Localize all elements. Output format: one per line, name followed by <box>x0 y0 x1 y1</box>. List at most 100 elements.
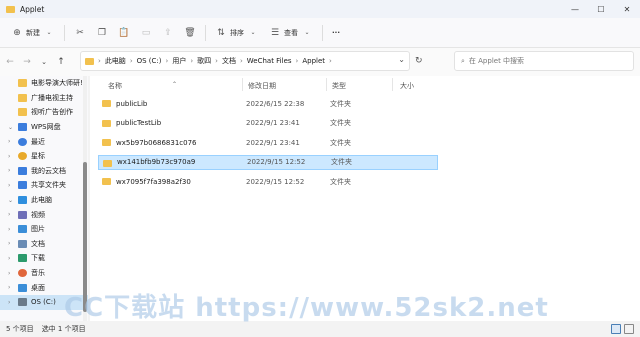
delete-button[interactable]: 🗑 <box>179 23 201 43</box>
file-name: wx5b97b0686831c076 <box>116 138 197 147</box>
large-icons-view-icon[interactable] <box>624 324 634 334</box>
clock-icon <box>18 137 27 146</box>
address-dropdown-icon[interactable]: ⌄ <box>398 55 405 64</box>
chevron-right-icon: › <box>190 57 194 65</box>
file-name: wx7095f7fa398a2f30 <box>116 177 191 186</box>
toolbar-divider <box>205 24 206 41</box>
chevron-right-icon[interactable]: › <box>8 211 14 218</box>
recent-locations-icon[interactable]: ⌄ <box>37 58 51 66</box>
chevron-right-icon[interactable]: › <box>8 226 14 233</box>
breadcrumb-item[interactable]: 文档 <box>222 56 236 66</box>
chevron-down-icon: ⌄ <box>250 29 256 36</box>
chevron-down-icon[interactable]: ⌄ <box>8 197 14 204</box>
chevron-down-icon[interactable]: ⌄ <box>8 124 14 131</box>
sidebar-scrollbar[interactable] <box>83 76 87 321</box>
sidebar-item[interactable]: › 共享文件夹 <box>0 178 88 193</box>
address-row: ← → ⌄ ↑ › 此电脑 › OS (C:) › 用户 › 歌四 › 文档 ›… <box>0 48 640 76</box>
column-date[interactable]: 修改日期 <box>248 81 276 91</box>
share-icon: ⇪ <box>164 27 172 38</box>
selection-count: 选中 1 个项目 <box>41 325 86 333</box>
cloud-doc-icon <box>18 166 27 175</box>
file-type: 文件夹 <box>330 119 351 127</box>
sidebar-item[interactable]: › 图片 <box>0 222 88 237</box>
view-button[interactable]: ☰ 查看 ⌄ <box>264 23 318 43</box>
column-header: ⌃ 名称 修改日期 类型 大小 <box>90 76 640 92</box>
sort-button[interactable]: ⇅ 排序 ⌄ <box>210 23 264 43</box>
share-button[interactable]: ⇪ <box>157 23 179 43</box>
breadcrumb-item[interactable]: Applet <box>302 57 325 65</box>
sidebar-item[interactable]: › 文档 <box>0 237 88 252</box>
command-bar: ⊕ 新建 ⌄ ✂ ❐ 📋 ▭ ⇪ 🗑 ⇅ 排序 ⌄ ☰ 查看 ⌄ ··· <box>0 18 640 48</box>
chevron-right-icon: › <box>239 57 243 65</box>
breadcrumb-item[interactable]: OS (C:) <box>137 57 162 65</box>
chevron-right-icon[interactable]: › <box>8 270 14 277</box>
sidebar-item[interactable]: ⌄ WPS网盘 <box>0 120 88 135</box>
column-divider[interactable] <box>242 78 243 91</box>
column-divider[interactable] <box>392 78 393 91</box>
details-view-icon[interactable] <box>611 324 621 334</box>
breadcrumb-item[interactable]: WeChat Files <box>247 57 292 65</box>
copy-button[interactable]: ❐ <box>91 23 113 43</box>
close-button[interactable]: ✕ <box>614 0 640 18</box>
file-row[interactable]: wx5b97b0686831c076 2022/9/1 23:41 文件夹 <box>98 135 438 150</box>
file-date: 2022/9/15 12:52 <box>247 158 306 166</box>
folder-app-icon <box>6 5 15 13</box>
column-size[interactable]: 大小 <box>400 81 414 91</box>
copy-icon: ❐ <box>97 27 107 38</box>
sidebar-item[interactable]: › 音乐 <box>0 266 88 281</box>
sidebar-item[interactable]: 广播电视主持 <box>0 91 88 106</box>
chevron-right-icon[interactable]: › <box>8 240 14 247</box>
view-icon: ☰ <box>270 27 280 38</box>
sidebar-item[interactable]: › 我的云文档 <box>0 164 88 179</box>
paste-button[interactable]: 📋 <box>113 23 135 43</box>
sidebar-item[interactable]: › 下载 <box>0 251 88 266</box>
toolbar-divider <box>322 24 323 41</box>
breadcrumb-item[interactable]: 此电脑 <box>105 56 126 66</box>
chevron-right-icon[interactable]: › <box>8 153 14 160</box>
search-input[interactable]: ⌕ 在 Applet 中搜索 <box>454 51 634 71</box>
chevron-right-icon[interactable]: › <box>8 138 14 145</box>
sidebar-item-label: 音乐 <box>31 269 45 278</box>
chevron-right-icon[interactable]: › <box>8 182 14 189</box>
column-name[interactable]: 名称 <box>108 81 122 91</box>
cut-button[interactable]: ✂ <box>69 23 91 43</box>
sidebar-item-label: 此电脑 <box>31 196 52 205</box>
sidebar-item-label: 视听广告创作 <box>31 108 73 117</box>
rename-button[interactable]: ▭ <box>135 23 157 43</box>
chevron-right-icon[interactable]: › <box>8 255 14 262</box>
file-row[interactable]: wx7095f7fa398a2f30 2022/9/15 12:52 文件夹 <box>98 174 438 189</box>
sidebar-item-label: 最近 <box>31 137 45 146</box>
sidebar-item[interactable]: 视听广告创作 <box>0 105 88 120</box>
file-row[interactable]: publicLib 2022/6/15 22:38 文件夹 <box>98 96 438 111</box>
folder-icon <box>18 108 27 117</box>
sidebar-item[interactable]: › 视频 <box>0 207 88 222</box>
breadcrumb-item[interactable]: 歌四 <box>197 56 211 66</box>
sidebar-item[interactable]: › 最近 <box>0 134 88 149</box>
sidebar-item[interactable]: › 星标 <box>0 149 88 164</box>
up-arrow-icon[interactable]: ↑ <box>54 57 68 67</box>
folder-icon <box>102 178 111 185</box>
new-button[interactable]: ⊕ 新建 ⌄ <box>6 23 60 43</box>
folder-icon <box>103 159 112 167</box>
back-arrow-icon[interactable]: ← <box>3 57 17 67</box>
refresh-icon[interactable]: ↻ <box>415 56 423 66</box>
sidebar-item[interactable]: 电影导演大师研! <box>0 76 88 91</box>
breadcrumb-item[interactable]: 用户 <box>172 56 186 66</box>
maximize-button[interactable]: ☐ <box>588 0 614 18</box>
file-row[interactable]: publicTestLib 2022/9/1 23:41 文件夹 <box>98 116 438 131</box>
more-button[interactable]: ··· <box>327 23 345 43</box>
sidebar-item[interactable]: ⌄ 此电脑 <box>0 193 88 208</box>
chevron-right-icon[interactable]: › <box>8 167 14 174</box>
column-type[interactable]: 类型 <box>332 81 346 91</box>
chevron-down-icon: ⌄ <box>46 29 52 36</box>
address-bar[interactable]: › 此电脑 › OS (C:) › 用户 › 歌四 › 文档 › WeChat … <box>80 51 410 71</box>
file-row[interactable]: wx141bfb9b73c970a9 2022/9/15 12:52 文件夹 <box>98 154 438 170</box>
chevron-right-icon[interactable]: › <box>8 299 14 306</box>
forward-arrow-icon[interactable]: → <box>20 57 34 67</box>
sidebar-item-label: 共享文件夹 <box>31 181 66 190</box>
column-divider[interactable] <box>326 78 327 91</box>
minimize-button[interactable]: — <box>562 0 588 18</box>
chevron-right-icon[interactable]: › <box>8 284 14 291</box>
chevron-right-icon: › <box>98 57 101 65</box>
view-label: 查看 <box>284 28 298 37</box>
